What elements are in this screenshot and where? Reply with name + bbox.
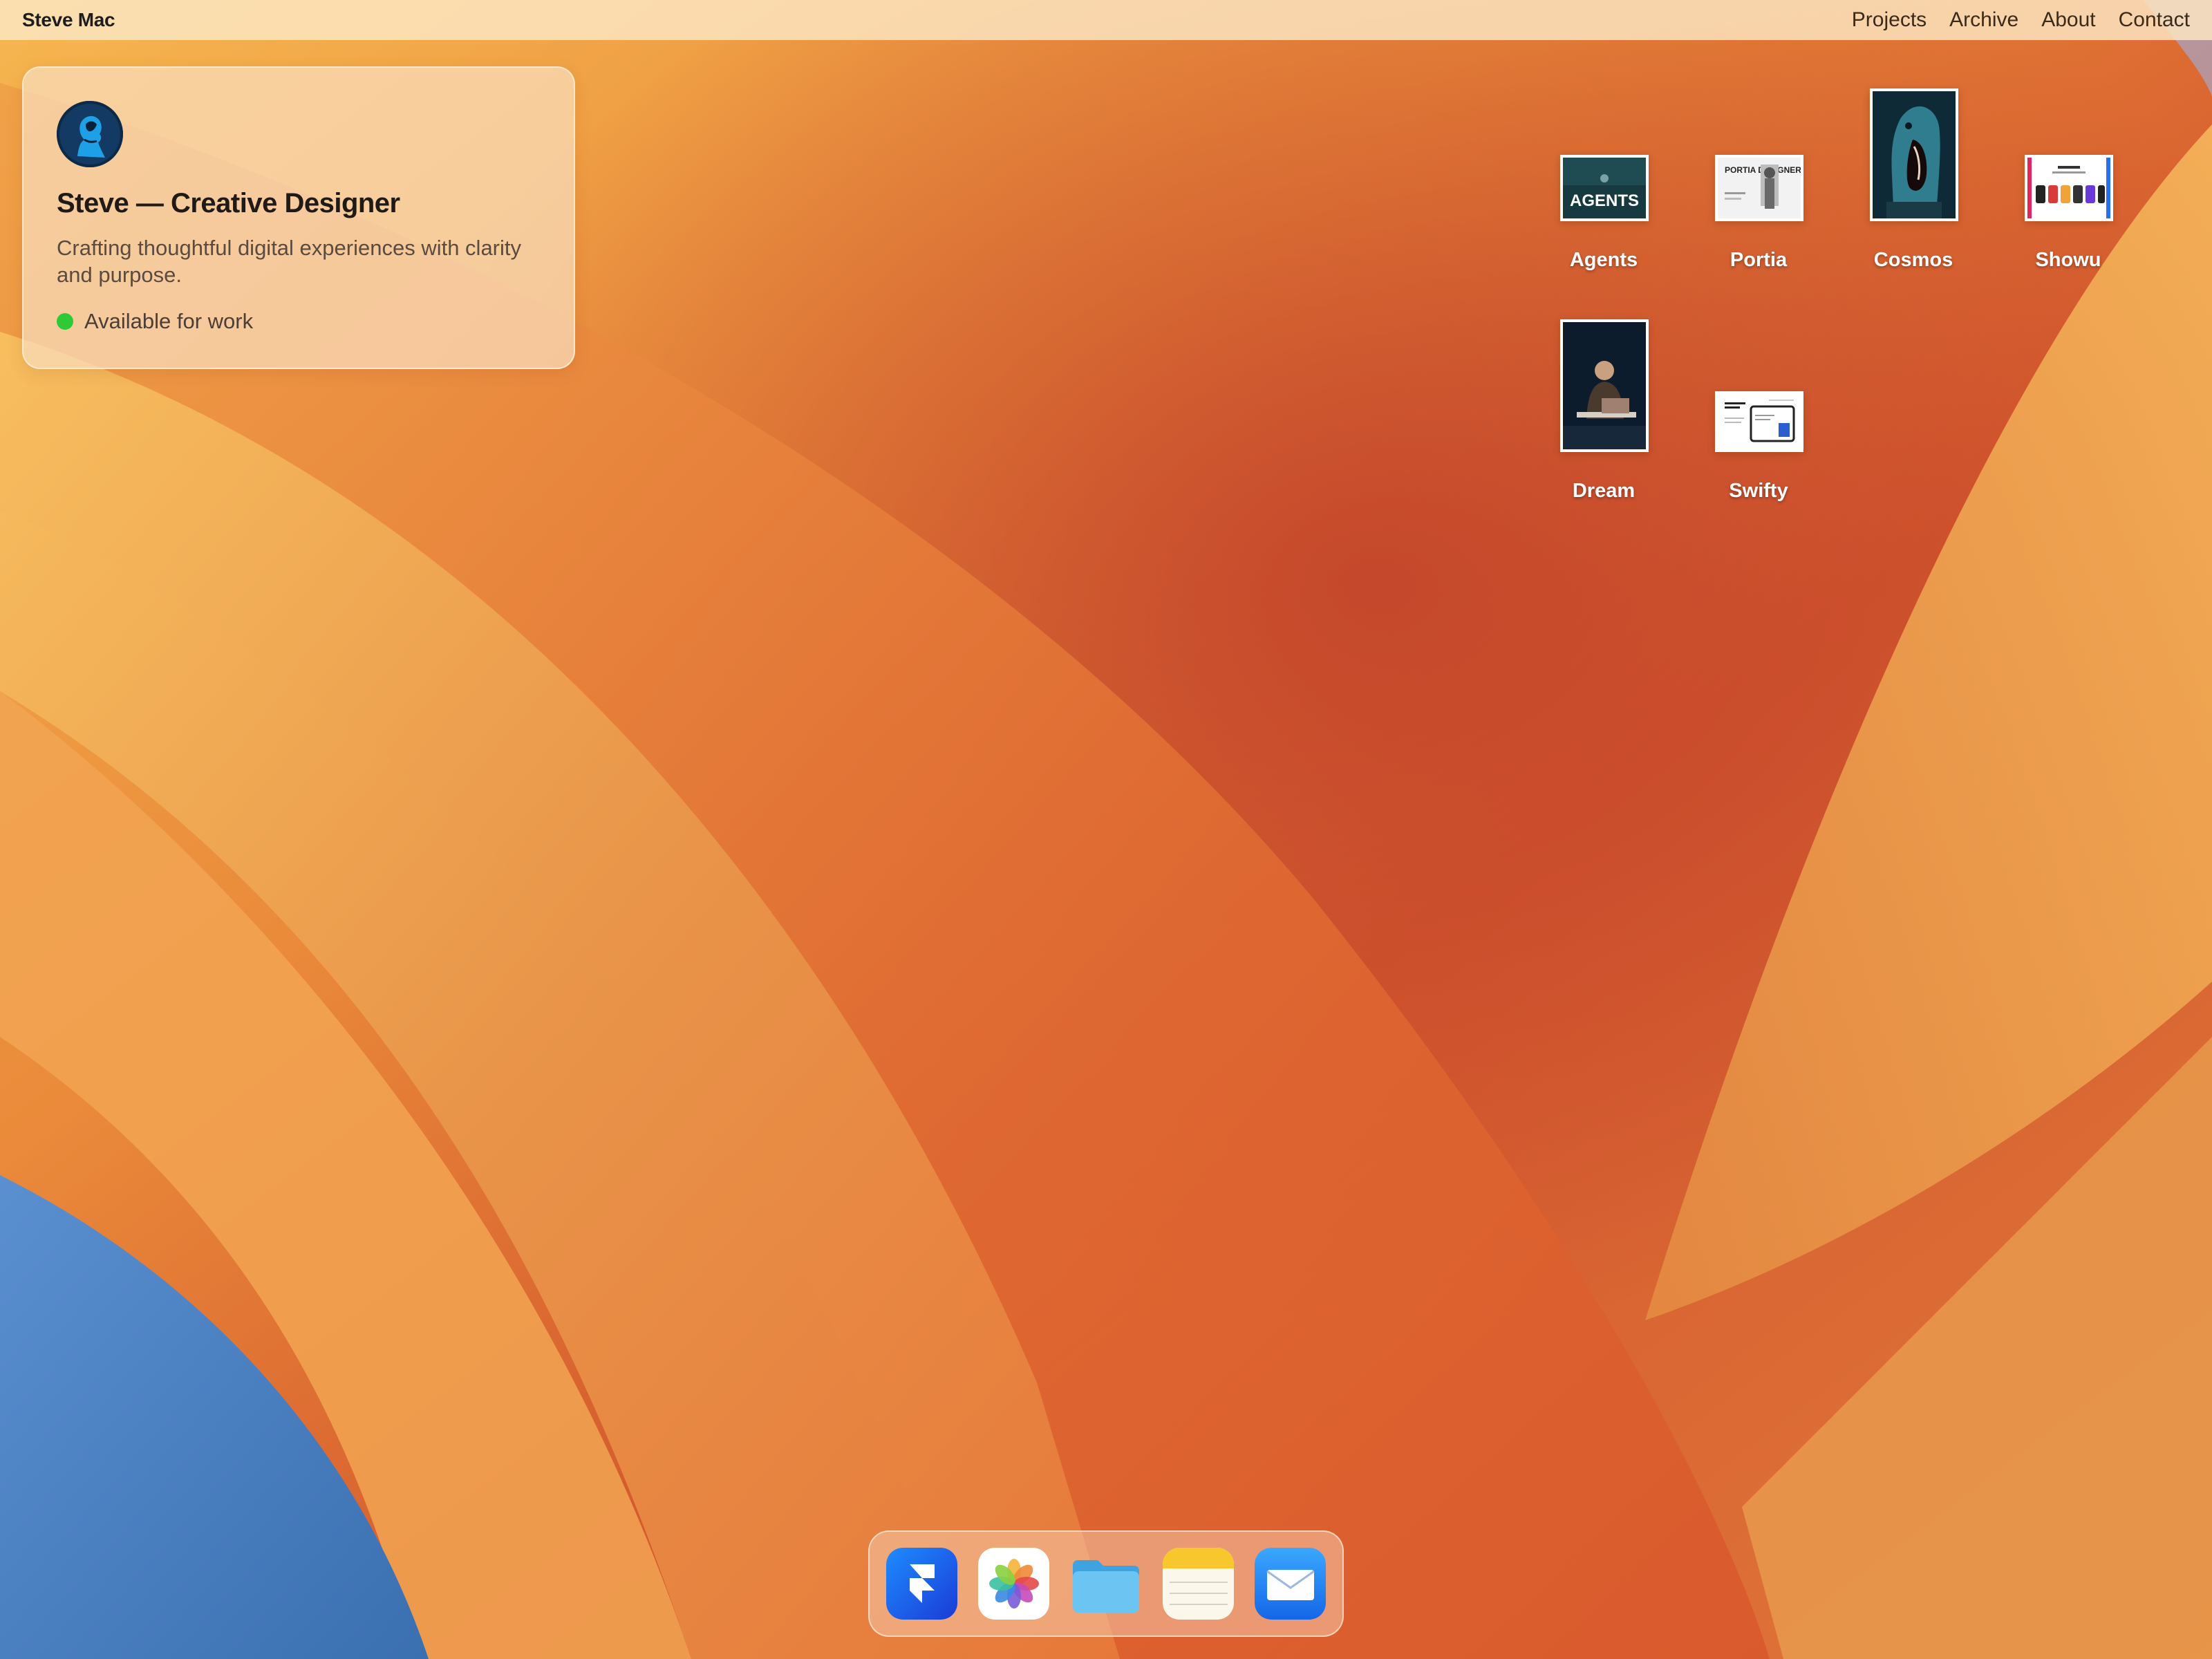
profile-card: Steve — Creative Designer Crafting thoug… xyxy=(22,66,575,369)
desktop-item-agents[interactable]: AGENTS Agents xyxy=(1535,83,1673,283)
desktop-item-label: Cosmos xyxy=(1873,249,1953,271)
desktop-item-label: Dream xyxy=(1572,480,1635,502)
agents-thumb-text: AGENTS xyxy=(1570,191,1639,210)
nav-contact[interactable]: Contact xyxy=(2119,8,2190,32)
cosmos-thumbnail xyxy=(1870,88,1958,221)
desktop-item-label: Portia xyxy=(1730,249,1788,271)
desktop-item-label: Showu xyxy=(2035,249,2101,271)
avatar xyxy=(57,101,123,167)
top-nav: Projects Archive About Contact xyxy=(1852,8,2190,32)
desktop-item-showu[interactable]: Showu xyxy=(1999,83,2137,283)
availability-status: Available for work xyxy=(57,309,541,334)
showu-thumbnail xyxy=(2025,155,2113,221)
menu-bar: Steve Mac Projects Archive About Contact xyxy=(0,0,2212,40)
folder-icon[interactable] xyxy=(1070,1548,1141,1620)
photos-icon[interactable] xyxy=(978,1548,1050,1620)
nav-about[interactable]: About xyxy=(2041,8,2095,32)
status-text: Available for work xyxy=(84,309,254,333)
dock xyxy=(868,1530,1344,1637)
desktop-item-label: Swifty xyxy=(1729,480,1788,502)
desktop-item-swifty[interactable]: Swifty xyxy=(1689,314,1828,514)
nav-projects[interactable]: Projects xyxy=(1852,8,1927,32)
portia-thumbnail: PORTIA DESIGNER xyxy=(1715,155,1803,221)
profile-description: Crafting thoughtful digital experiences … xyxy=(57,236,522,287)
desktop-item-dream[interactable]: Dream xyxy=(1535,314,1673,514)
swifty-thumbnail xyxy=(1715,391,1803,452)
mail-icon[interactable] xyxy=(1254,1548,1327,1620)
desktop-item-label: Agents xyxy=(1569,249,1638,271)
desktop-item-cosmos[interactable]: Cosmos xyxy=(1844,83,1983,283)
status-dot-icon xyxy=(57,313,73,330)
nav-archive[interactable]: Archive xyxy=(1949,8,2018,32)
site-brand[interactable]: Steve Mac xyxy=(22,9,115,31)
framer-icon[interactable] xyxy=(886,1548,958,1620)
desktop-item-portia[interactable]: PORTIA DESIGNER Portia xyxy=(1689,83,1828,283)
profile-title: Steve — Creative Designer xyxy=(57,188,400,218)
agents-thumbnail: AGENTS xyxy=(1560,155,1649,221)
dream-thumbnail xyxy=(1560,319,1649,452)
notes-icon[interactable] xyxy=(1162,1548,1234,1620)
